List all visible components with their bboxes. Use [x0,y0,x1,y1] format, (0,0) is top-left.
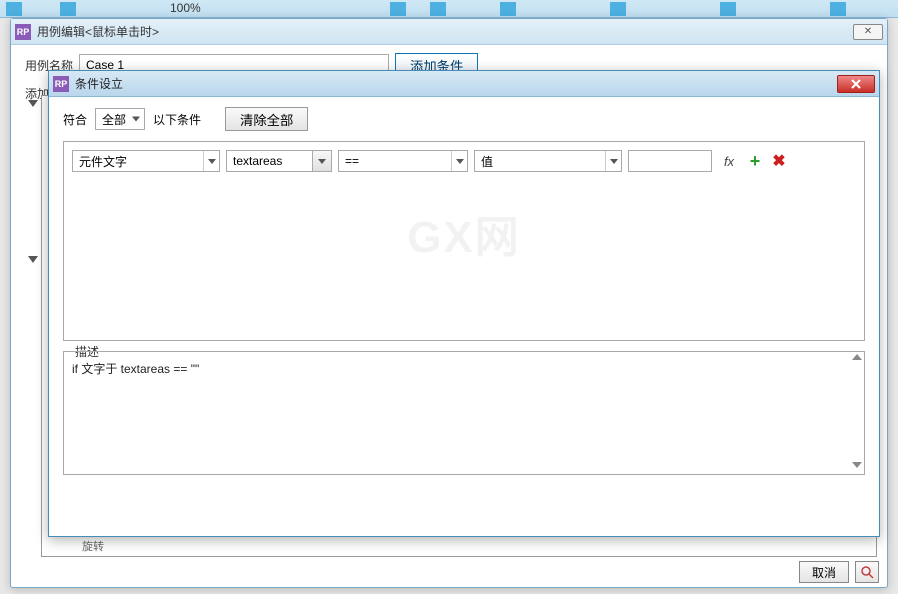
bg-frag [830,2,846,16]
operator-select[interactable]: == [338,150,468,172]
close-button[interactable] [837,75,875,93]
target-select-value: textareas [233,154,282,168]
bg-frag [500,2,516,16]
match-mode-select[interactable]: 全部 [95,108,145,130]
bg-frag [430,2,446,16]
description-text[interactable]: if 文字于 textareas == "" [72,360,856,377]
conditions-panel: GX网 元件文字 textareas == 值 [63,141,865,341]
close-button[interactable]: ✕ [853,24,883,40]
bg-frag [610,2,626,16]
target-select-trigger[interactable] [312,150,332,172]
value-input[interactable] [628,150,712,172]
close-icon: ✕ [864,26,872,37]
valuetype-select[interactable]: 值 [474,150,622,172]
bg-frag [390,2,406,16]
match-prefix-label: 符合 [63,111,87,128]
condition-builder-titlebar[interactable]: RP 条件设立 [49,71,879,97]
zoom-label: 100% [170,1,201,15]
condition-builder-body: 符合 全部 以下条件 清除全部 GX网 元件文字 textareas [49,97,879,485]
case-editor-titlebar[interactable]: RP 用例编辑<鼠标单击时> ✕ [11,19,887,45]
valuetype-select-value: 值 [481,153,493,170]
description-box: if 文字于 textareas == "" [63,351,865,475]
bg-frag [60,2,76,16]
chevron-down-icon [451,151,467,171]
condition-builder-title: 条件设立 [75,75,837,92]
condition-builder-dialog: RP 条件设立 符合 全部 以下条件 清除全部 GX网 元件文字 [48,70,880,537]
background-toolbar: 100% [0,0,898,18]
scroll-down-icon[interactable] [852,462,862,472]
cancel-button[interactable]: 取消 [799,561,849,583]
x-icon: ✖ [772,151,785,171]
operator-select-value: == [345,154,359,168]
scroll-up-icon[interactable] [852,354,862,364]
plus-icon: + [750,151,761,172]
collapse-toggle-icon[interactable] [28,100,38,107]
app-icon: RP [15,24,31,40]
target-select-group: textareas [226,150,332,172]
condition-row: 元件文字 textareas == 值 fx [72,150,856,172]
close-icon [850,78,862,90]
field-select-value: 元件文字 [79,153,127,170]
target-select[interactable]: textareas [226,150,312,172]
magnifier-button[interactable] [855,561,879,583]
clear-all-button[interactable]: 清除全部 [225,107,308,131]
rotate-text: 旋转 [82,538,104,554]
bg-frag [6,2,22,16]
chevron-down-icon [605,151,621,171]
chevron-down-icon [132,117,140,122]
case-editor-title: 用例编辑<鼠标单击时> [37,23,853,40]
match-mode-value: 全部 [102,111,126,128]
dialog-footer: 取消 [799,561,879,583]
delete-row-button[interactable]: ✖ [770,152,788,170]
add-row-button[interactable]: + [746,152,764,170]
bg-frag [720,2,736,16]
field-select[interactable]: 元件文字 [72,150,220,172]
condition-header-row: 符合 全部 以下条件 清除全部 [63,107,865,131]
chevron-down-icon [203,151,219,171]
collapse-toggle-icon[interactable] [28,256,38,263]
watermark-text: GX网 [407,201,521,265]
fx-button[interactable]: fx [718,150,740,172]
description-group: 描述 if 文字于 textareas == "" [63,351,865,475]
app-icon: RP [53,76,69,92]
match-suffix-label: 以下条件 [153,111,201,128]
magnifier-icon [860,565,874,579]
